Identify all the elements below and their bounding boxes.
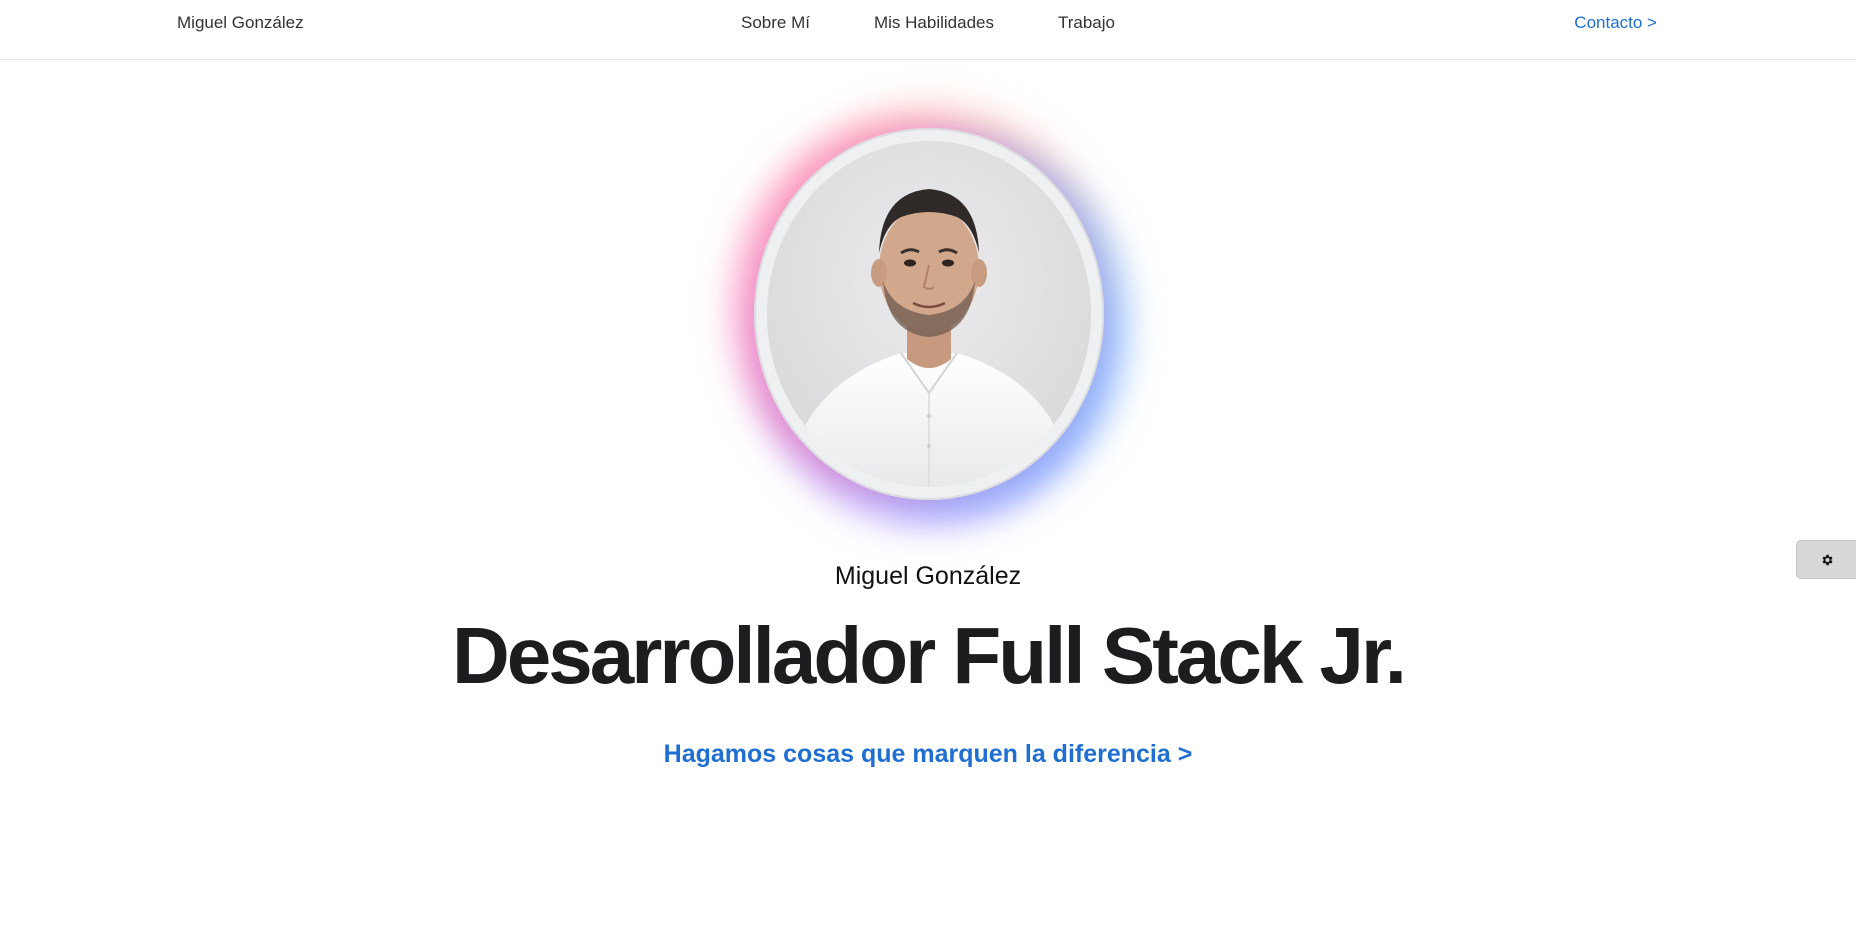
nav-link-mis-habilidades[interactable]: Mis Habilidades: [874, 13, 994, 33]
nav-link-sobre-mi[interactable]: Sobre Mí: [741, 13, 810, 33]
nav-link-trabajo[interactable]: Trabajo: [1058, 13, 1115, 33]
portrait-illustration: [767, 141, 1091, 487]
hero-name: Miguel González: [834, 562, 1022, 590]
brand-link[interactable]: Miguel González: [177, 13, 304, 33]
profile-photo-frame: [754, 128, 1104, 500]
page: Miguel González Sobre Mí Mis Habilidades…: [0, 0, 1856, 932]
nav-links: Sobre Mí Mis Habilidades Trabajo: [741, 13, 1115, 33]
profile-photo: [767, 141, 1091, 487]
gear-icon: [1822, 554, 1833, 565]
hero-title: Desarrollador Full Stack Jr.: [452, 611, 1407, 700]
top-navigation: Miguel González Sobre Mí Mis Habilidades…: [0, 0, 1856, 60]
settings-button[interactable]: [1796, 540, 1856, 579]
hero-cta-link[interactable]: Hagamos cosas que marquen la diferencia …: [0, 740, 1856, 769]
contact-link[interactable]: Contacto >: [1574, 13, 1657, 33]
